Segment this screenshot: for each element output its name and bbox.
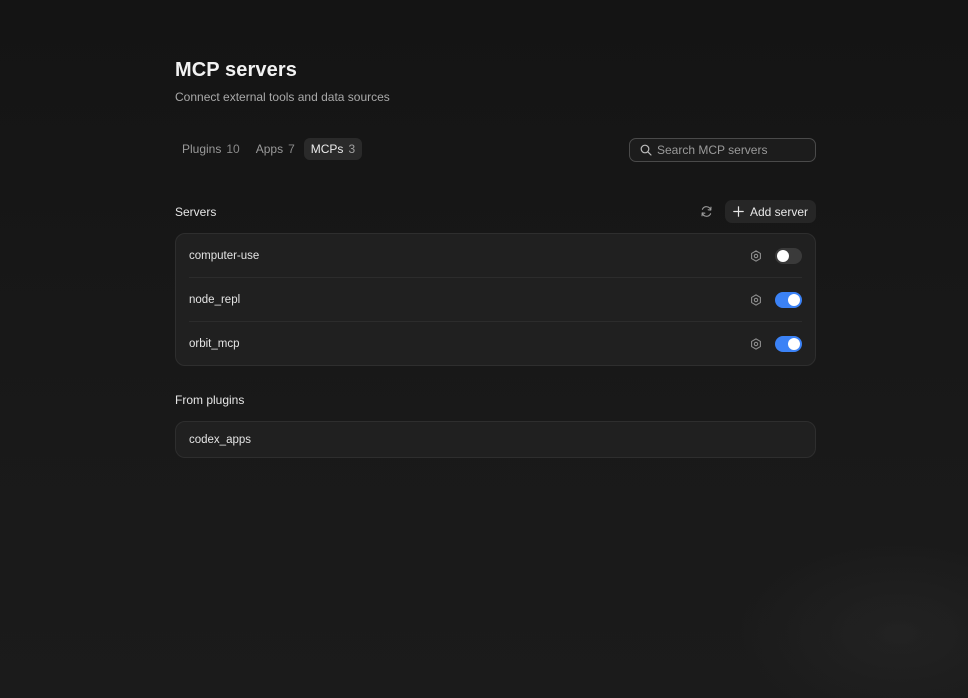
toggle-knob (777, 249, 789, 262)
page-title: MCP servers (175, 59, 297, 81)
plus-icon (733, 206, 745, 218)
tab-label: Plugins (182, 142, 222, 156)
tab-label: Apps (255, 142, 284, 156)
plugins-section-title: From plugins (175, 393, 245, 407)
tab-label: MCPs (310, 142, 344, 156)
add-server-label: Add server (749, 204, 808, 219)
tabs-row: Plugins 10 Apps 7 MCPs 3 (175, 138, 816, 162)
server-row-node-repl: node_repl (189, 277, 802, 321)
server-row-orbit-mcp: orbit_mcp (189, 321, 802, 365)
toggle-knob (788, 337, 800, 350)
enable-toggle[interactable] (775, 335, 802, 352)
tab-mcps[interactable]: MCPs 3 (303, 138, 363, 160)
search-box (629, 138, 816, 162)
tab-plugins[interactable]: Plugins 10 (175, 138, 247, 160)
gear-icon[interactable] (749, 249, 763, 263)
mcp-servers-page: MCP servers Connect external tools and d… (0, 0, 968, 698)
gear-icon[interactable] (749, 293, 763, 307)
refresh-button[interactable] (697, 202, 717, 222)
server-row-computer-use: computer-use (189, 234, 802, 277)
server-name: orbit_mcp (189, 337, 240, 350)
server-row-actions (749, 278, 802, 321)
servers-section-title: Servers (175, 205, 217, 219)
background-shading (738, 538, 968, 698)
plugin-servers-list: codex_apps (175, 421, 816, 458)
tab-apps[interactable]: Apps 7 (249, 138, 302, 160)
toggle-knob (788, 293, 800, 306)
main-content: MCP servers Connect external tools and d… (175, 57, 816, 458)
tab-count: 10 (226, 142, 240, 156)
tab-count: 7 (288, 142, 295, 156)
enable-toggle[interactable] (775, 291, 802, 308)
page-subtitle: Connect external tools and data sources (175, 90, 390, 104)
search-icon (639, 143, 653, 157)
gear-icon[interactable] (749, 337, 763, 351)
plugin-server-row-codex-apps[interactable]: codex_apps (189, 422, 802, 457)
search-input[interactable] (657, 143, 807, 157)
server-row-actions (749, 234, 802, 277)
server-name: computer-use (189, 249, 260, 262)
server-name: codex_apps (189, 433, 252, 446)
servers-list: computer-use node_repl orbit_mcp (175, 233, 816, 366)
servers-section-actions: Add server (697, 200, 816, 223)
server-name: node_repl (189, 293, 241, 306)
enable-toggle[interactable] (775, 247, 802, 264)
tab-count: 3 (348, 142, 356, 156)
refresh-icon (700, 205, 713, 218)
server-row-actions (749, 322, 802, 365)
add-server-button[interactable]: Add server (724, 200, 816, 223)
servers-section-header: Servers Add server (175, 200, 816, 224)
plugins-section-header: From plugins (175, 388, 816, 412)
tab-bar: Plugins 10 Apps 7 MCPs 3 (175, 138, 363, 160)
